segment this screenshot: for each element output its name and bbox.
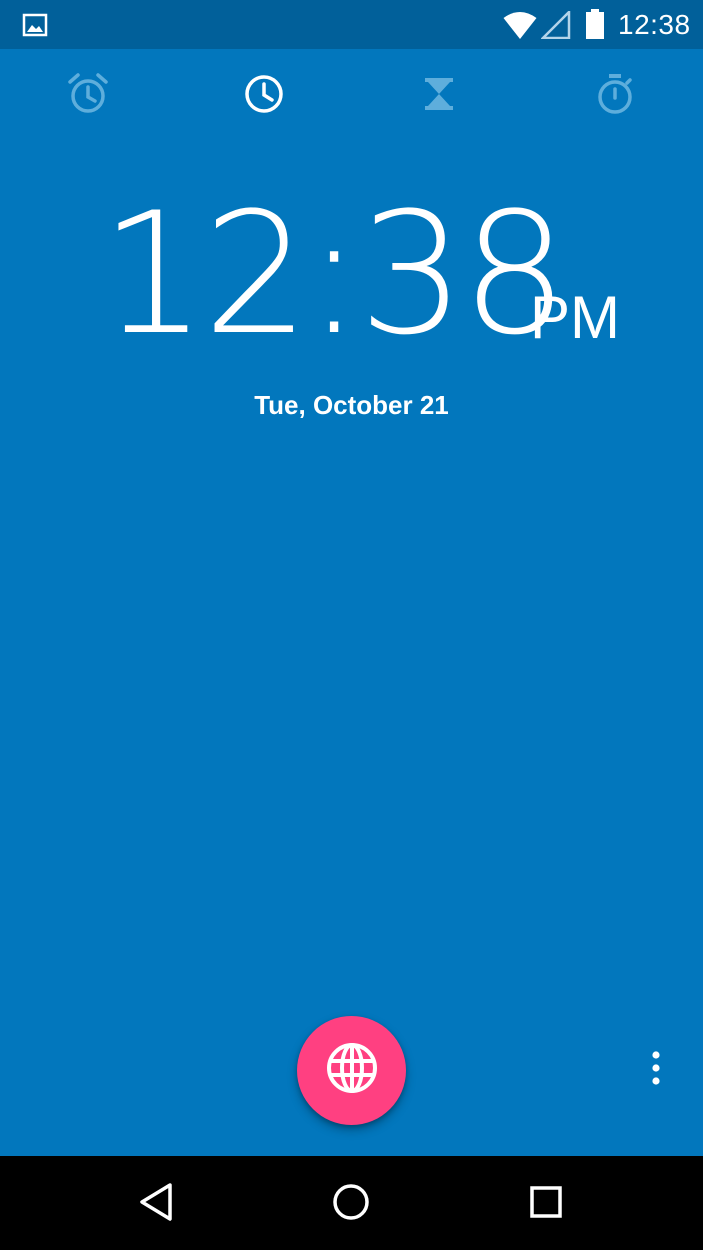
more-vert-icon <box>651 1050 661 1090</box>
timer-icon <box>417 72 461 121</box>
home-button[interactable] <box>321 1174 381 1234</box>
cities-fab-button[interactable] <box>297 1016 406 1125</box>
battery-icon <box>585 9 605 44</box>
tab-clock[interactable] <box>238 70 290 122</box>
clock-ampm: PM <box>530 284 620 351</box>
clock-time: 12:38 <box>100 176 568 372</box>
stopwatch-icon <box>593 72 637 121</box>
clock-display: 12:38 PM <box>100 190 660 358</box>
clock-icon <box>242 72 286 121</box>
image-notification-icon <box>22 13 48 42</box>
nav-bar <box>0 1156 703 1250</box>
recents-button[interactable] <box>516 1174 576 1234</box>
overflow-menu-button[interactable] <box>641 1050 671 1090</box>
tab-stopwatch[interactable] <box>589 70 641 122</box>
back-icon <box>138 1182 174 1227</box>
home-icon <box>331 1182 371 1227</box>
wifi-icon <box>503 10 537 45</box>
status-bar: 12:38 <box>0 0 703 49</box>
tab-alarm[interactable] <box>62 70 114 122</box>
globe-icon <box>326 1042 378 1099</box>
recents-icon <box>529 1185 563 1224</box>
status-time: 12:38 <box>618 9 691 40</box>
clock-date: Tue, October 21 <box>254 390 449 420</box>
cell-signal-icon <box>539 8 571 44</box>
tab-timer[interactable] <box>413 70 465 122</box>
alarm-icon <box>66 72 110 121</box>
back-button[interactable] <box>126 1174 186 1234</box>
